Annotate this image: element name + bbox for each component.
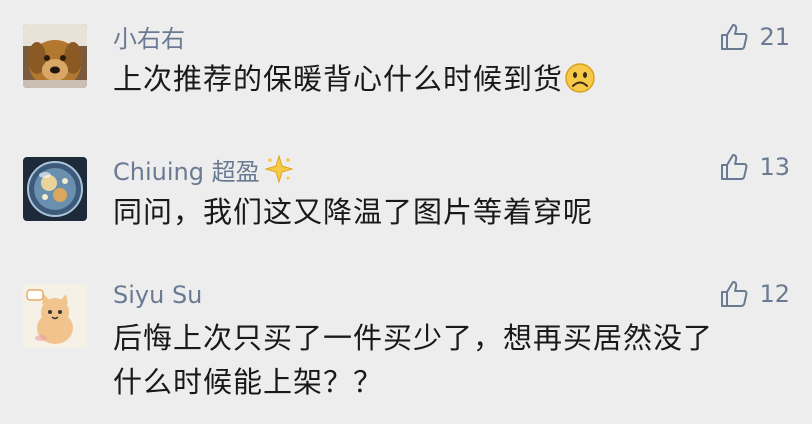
comment-author[interactable]: 小右右 [113, 24, 185, 54]
like-button[interactable]: 21 [719, 20, 790, 54]
thumbs-up-icon [719, 279, 759, 309]
avatar[interactable] [23, 157, 87, 221]
comment-text-line: 什么时候能上架？？ [113, 365, 384, 399]
frowning-face-emoji [564, 62, 596, 106]
avatar[interactable] [23, 24, 87, 88]
comment-author[interactable]: Siyu Su [113, 280, 202, 310]
comment-author[interactable]: Chiuing 超盈 [113, 154, 294, 191]
avatar[interactable] [23, 284, 87, 348]
comment-text-content: 上次推荐的保暖背心什么时候到货 [113, 62, 564, 96]
like-button[interactable]: 13 [719, 150, 790, 184]
like-count: 13 [759, 153, 790, 181]
like-count: 21 [759, 23, 790, 51]
comment-text-line: 后悔上次只买了一件买少了，想再买居然没了 [113, 321, 714, 355]
thumbs-up-icon [719, 152, 759, 182]
comment-author-name: Chiuing 超盈 [113, 158, 260, 186]
comment-text: 上次推荐的保暖背心什么时候到货 [113, 57, 596, 106]
comment-text: 同问，我们这又降温了图片等着穿呢 [113, 195, 594, 229]
like-button[interactable]: 12 [719, 277, 790, 311]
thumbs-up-icon [719, 22, 759, 52]
sparkling-star-emoji [263, 154, 294, 191]
like-count: 12 [759, 280, 790, 308]
